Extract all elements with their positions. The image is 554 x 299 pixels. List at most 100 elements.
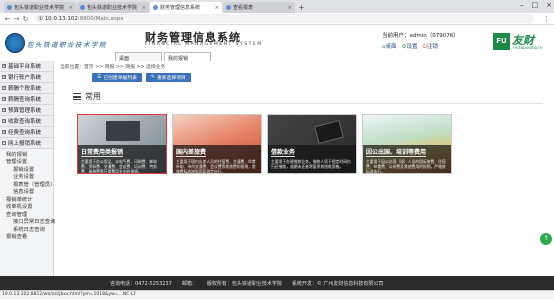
header-tabs: 桌面 我的报销 [115, 52, 211, 62]
sidebar-item-label: 预算管理系统 [8, 108, 42, 114]
browser-status-bar: 10.0.13.102:8812/wb/ssl/jbxx.html?ym=101… [0, 290, 554, 299]
footer-developer: 系统开发：© 广州友财信息科技有限公司 [291, 280, 384, 287]
sidebar-item-label: 薪酬查询系统 [8, 97, 42, 103]
card-caption: 日常费用类报销 主要用于办公用品、水电气费、印刷费、邮电费、资料费、交通费、会议… [78, 145, 166, 173]
card-domestic-travel[interactable]: 国内差旅费 主要用于国内出差人员的住宿费、交通费、伙食补助、市内交通费、会议费等… [172, 114, 262, 174]
maximize-icon[interactable]: □ [532, 1, 539, 9]
app-header: 包头铁道职业技术学院 财务管理信息系统 FINANCIAL MANAGEMENT… [0, 25, 554, 62]
browser-menu-icon[interactable]: ⋮ [543, 15, 550, 23]
sidebar-item-basic-platform[interactable]: + 基础平台系统 [0, 61, 53, 72]
list-icon: ☰ [97, 75, 102, 80]
button-label: 重新选择项目 [156, 76, 186, 81]
favicon-icon [226, 5, 231, 10]
minimize-icon[interactable]: – [520, 1, 524, 9]
address-bar: ← → ↻ ① 10.0.13.102:8800/Main.aspx ⋮ [0, 13, 554, 25]
reload-icon[interactable]: ↻ [21, 15, 30, 23]
card-title: 国内差旅费 [176, 149, 207, 157]
sidebar-item-receipt-query[interactable]: + 收款查询系统 [0, 116, 53, 127]
card-loan[interactable]: 借款业务 主要用于办理借款业务，借款人须于规定时间内归还借款，逾期未还者将暂停其… [267, 114, 357, 174]
school-logo-text: 包头铁道职业技术学院 [27, 41, 107, 49]
card-desc: 主要用于办理借款业务，借款人须于规定时间内归还借款，逾期未还者将暂停其借款资格。 [271, 159, 351, 169]
window-close-icon[interactable]: × [546, 1, 552, 9]
browser-tab-label: 查看报表 [233, 5, 254, 11]
brand-logo-icon: FU [493, 33, 510, 50]
close-icon[interactable]: × [215, 5, 219, 11]
current-user: 当前用户：admin（079076） [382, 33, 459, 39]
card-title: 日常费用类报销 [81, 149, 124, 157]
close-icon[interactable]: × [69, 5, 73, 11]
url-host: ① 10.0.13.102 [38, 15, 78, 22]
user-links: ⌂桌面 ⚙设置 ⏻注销 [382, 42, 438, 51]
sidebar: + 基础平台系统 + 银行账户系统 + 薪酬个税系统 + 薪酬查询系统 + 预算管理系统 … [0, 61, 55, 276]
sidebar-item-online-reimbursement[interactable]: − 网上报销系统 [0, 138, 53, 149]
url-field[interactable]: ① 10.0.13.102:8800/Main.aspx [34, 14, 534, 23]
tab-desktop[interactable]: 桌面 [115, 52, 162, 62]
divider [73, 103, 543, 104]
sidebar-item-bank-account[interactable]: + 银行账户系统 [0, 72, 53, 83]
expand-icon: + [2, 64, 6, 68]
logout-link[interactable]: ⏻注销 [422, 42, 437, 51]
button-label: 已创建单据列表 [103, 76, 137, 81]
brand-subname: FRIENDSWEALTH [513, 46, 543, 50]
card-desc: 主要用于办公用品、水电气费、印刷费、邮电费、资料费、交通费、会议费、培训费、劳务… [81, 159, 157, 174]
expand-icon: + [2, 86, 6, 90]
breadcrumb: 当前位置：首页 >> 网报 >> 网报 >> 选择业务 [60, 65, 166, 70]
logout-link-label: 注销 [426, 44, 438, 50]
created-documents-button[interactable]: ☰ 已创建单据列表 [92, 73, 142, 82]
back-arrow-icon[interactable]: ← [3, 15, 12, 23]
sidebar-item-label: 薪酬个税系统 [8, 86, 42, 92]
expand-icon: + [2, 130, 6, 134]
section-title-text: 常用 [85, 92, 101, 101]
browser-tab-bar: 包头铁道职业技术学院 × 包头铁道职业技术学院 × 财务管理信息系统 × 查看报表 × … [0, 0, 554, 13]
desktop-link-label: 桌面 [385, 44, 397, 50]
tab-my-reimbursement[interactable]: 我的报销 [164, 52, 211, 62]
new-tab-button[interactable]: + [298, 3, 308, 13]
collapse-icon: − [2, 141, 6, 145]
desktop-link[interactable]: ⌂桌面 [382, 42, 397, 51]
settings-link-label: 设置 [406, 44, 418, 50]
sidebar-item-salary-query[interactable]: + 薪酬查询系统 [0, 94, 53, 105]
card-title: 借款业务 [271, 149, 296, 157]
browser-tab-label: 包头铁道职业技术学院 [87, 5, 138, 11]
sidebar-item-label: 收款查询系统 [8, 119, 42, 125]
footer-email: 邮箱： [181, 280, 197, 287]
edit-icon: ✎ [150, 75, 155, 80]
window-controls: – □ × [520, 1, 552, 9]
favicon-icon [153, 5, 158, 10]
sidebar-item-label: 基础平台系统 [8, 64, 42, 70]
expand-icon: + [2, 108, 6, 112]
browser-tab-2[interactable]: 包头铁道职业技术学院 × [77, 2, 149, 13]
footer-phone: 咨询电话：0472-5253237 [110, 280, 172, 287]
card-title: 因公出国、培训等费用 [366, 149, 427, 157]
sidebar-item-salary-tax[interactable]: + 薪酬个税系统 [0, 83, 53, 94]
card-desc: 主要用于因公出国（境）人员的国际旅费、住宿费、伙食费、公杂费及其他费用的报销，严… [366, 159, 446, 174]
section-title: 常用 [73, 91, 101, 102]
browser-tab-1[interactable]: 包头铁道职业技术学院 × [4, 2, 76, 13]
phone-image [314, 119, 344, 145]
url-path: :8800/Main.aspx [77, 15, 124, 22]
expand-icon: + [2, 75, 6, 79]
scroll-top-button[interactable]: ↑ [540, 233, 552, 245]
sidebar-item-label: 经费查询系统 [8, 130, 42, 136]
school-logo-icon [5, 33, 25, 53]
card-daily-expense[interactable]: 日常费用类报销 主要用于办公用品、水电气费、印刷费、邮电费、资料费、交通费、会议… [77, 114, 167, 174]
reselect-project-button[interactable]: ✎ 重新选择项目 [145, 73, 191, 82]
browser-tab-3[interactable]: 财务管理信息系统 × [150, 2, 222, 13]
browser-tab-label: 包头铁道职业技术学院 [14, 5, 65, 11]
card-caption: 因公出国、培训等费用 主要用于因公出国（境）人员的国际旅费、住宿费、伙食费、公杂… [363, 145, 451, 173]
settings-link[interactable]: ⚙设置 [402, 42, 418, 51]
footer-copyright: 版权所有：包头铁道职业技术学院 [206, 280, 282, 287]
sidebar-item-budget[interactable]: + 预算管理系统 [0, 105, 53, 116]
close-icon[interactable]: × [142, 5, 146, 11]
favicon-icon [80, 5, 85, 10]
forward-arrow-icon[interactable]: → [12, 15, 21, 23]
menu-lines-icon [73, 93, 81, 100]
favicon-icon [7, 5, 12, 10]
close-icon[interactable]: × [288, 5, 292, 11]
expand-icon: + [2, 97, 6, 101]
card-caption: 国内差旅费 主要用于国内出差人员的住宿费、交通费、伙食补助、市内交通费、会议费等… [173, 145, 261, 173]
browser-tab-4[interactable]: 查看报表 × [223, 2, 295, 13]
card-overseas-training[interactable]: 因公出国、培训等费用 主要用于因公出国（境）人员的国际旅费、住宿费、伙食费、公杂… [362, 114, 452, 174]
sidebar-item-fund-query[interactable]: + 经费查询系统 [0, 127, 53, 138]
sidebar-subitem[interactable]: 报销查看 [0, 233, 53, 240]
